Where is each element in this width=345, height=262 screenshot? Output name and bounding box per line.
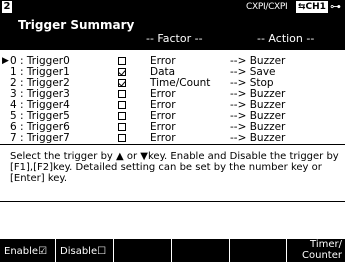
channel-badge: ⇆CH1 — [296, 1, 328, 13]
trigger-name: 7 : Trigger7 — [10, 132, 70, 144]
enable-checkbox[interactable] — [118, 112, 126, 120]
page-number: 2 — [2, 1, 12, 13]
enable-button[interactable]: Enable☑ — [0, 239, 56, 262]
trigger-row[interactable]: 7 : Trigger7 Error --> Buzzer — [0, 133, 345, 144]
factor-column-header: -- Factor -- — [146, 32, 203, 45]
enable-button-label: Enable☑ — [4, 246, 48, 257]
enable-checkbox[interactable] — [118, 101, 126, 109]
enable-checkbox[interactable] — [118, 79, 126, 87]
function-key-bar: Enable☑ Disable☐ Timer/Counter — [0, 239, 345, 262]
timer-counter-button-label: Timer/Counter — [302, 239, 342, 261]
timer-counter-button[interactable]: Timer/Counter — [287, 239, 345, 262]
timer-counter-line2: Counter — [302, 250, 342, 261]
divider — [0, 144, 345, 145]
status-bar: 2 CXPI/CXPI ⇆CH1 ⊶ — [0, 0, 345, 15]
f5-button[interactable] — [230, 239, 287, 262]
page-title: Trigger Summary — [18, 18, 135, 32]
trigger-factor: Error — [150, 132, 176, 144]
disable-button[interactable]: Disable☐ — [56, 239, 114, 262]
enable-checkbox[interactable] — [118, 68, 126, 76]
f3-button[interactable] — [114, 239, 172, 262]
f4-button[interactable] — [172, 239, 230, 262]
help-text: Select the trigger by ▲ or ▼key. Enable … — [10, 151, 339, 184]
enable-checkbox[interactable] — [118, 57, 126, 65]
enable-checkbox[interactable] — [118, 90, 126, 98]
enable-checkbox[interactable] — [118, 134, 126, 142]
action-column-header: -- Action -- — [257, 32, 315, 45]
timer-counter-line1: Timer/ — [310, 239, 342, 250]
selection-cursor-icon: ▶ — [2, 56, 9, 66]
divider — [0, 201, 345, 202]
plug-icon: ⊶ — [330, 0, 341, 13]
channel-label: CH1 — [305, 2, 326, 12]
summary-header: Trigger Summary -- Factor -- -- Action -… — [0, 15, 345, 50]
enable-checkbox[interactable] — [118, 123, 126, 131]
trigger-action: --> Buzzer — [230, 132, 286, 144]
disable-button-label: Disable☐ — [60, 246, 107, 257]
channel-mode: CXPI/CXPI — [246, 2, 288, 12]
trigger-summary-screen: 2 CXPI/CXPI ⇆CH1 ⊶ Trigger Summary -- Fa… — [0, 0, 345, 262]
